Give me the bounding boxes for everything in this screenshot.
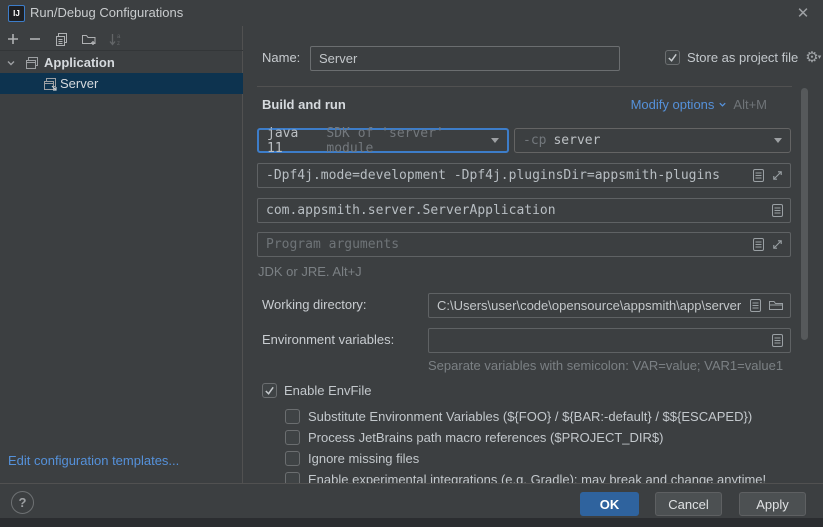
check-icon [667,52,678,63]
envfile-option-row: Enable experimental integrations (e.g. G… [285,472,766,483]
store-as-project-file-label: Store as project file [687,50,798,65]
working-directory-input[interactable] [435,298,743,313]
new-folder-icon[interactable] [80,30,98,48]
background-window-strip [0,518,823,527]
program-arguments-input[interactable] [264,237,746,252]
add-icon[interactable] [4,30,22,48]
name-input[interactable] [317,51,613,66]
store-as-project-file-row: Store as project file ⚙▾ [665,50,821,65]
jre-value: java 11 [267,126,319,156]
help-icon[interactable]: ? [11,491,34,514]
substitute-env-vars-label: Substitute Environment Variables (${FOO}… [308,409,752,424]
browse-folder-icon[interactable] [768,299,784,312]
build-and-run-title: Build and run [262,97,346,112]
name-field-wrapper [310,46,620,71]
configurations-sidebar: a z Application [0,26,243,483]
classpath-combobox[interactable]: -cp server [514,128,791,153]
cancel-button[interactable]: Cancel [655,492,722,516]
main-class-input[interactable] [264,203,765,218]
tree-item-server[interactable]: Server [0,73,243,94]
vm-options-field [257,163,791,188]
ignore-missing-files-label: Ignore missing files [308,451,419,466]
ok-button[interactable]: OK [580,492,639,516]
envfile-option-row: Substitute Environment Variables (${FOO}… [285,409,752,424]
expand-icon[interactable] [771,238,784,251]
close-icon[interactable]: ✕ [793,3,813,23]
working-directory-label: Working directory: [262,297,367,312]
modify-options-row: Modify options Alt+M [631,97,767,112]
experimental-integrations-checkbox[interactable] [285,472,300,483]
run-debug-configurations-dialog: IJ Run/Debug Configurations ✕ [0,0,823,518]
substitute-env-vars-checkbox[interactable] [285,409,300,424]
macros-icon[interactable] [752,168,765,183]
tree-item-label: Server [60,76,98,91]
jre-hint: SDK of 'server' module [326,126,491,156]
dialog-titlebar: IJ Run/Debug Configurations ✕ [0,0,823,26]
enable-envfile-label: Enable EnvFile [284,383,371,398]
environment-variables-input[interactable] [435,333,765,348]
jre-combobox[interactable]: java 11 SDK of 'server' module [257,128,509,153]
configuration-form: Name: Store as project file ⚙▾ Build and… [244,26,823,483]
chevron-down-icon [718,100,727,109]
program-arguments-field [257,232,791,257]
expand-icon[interactable] [771,169,784,182]
remove-icon[interactable] [26,30,44,48]
environment-variables-field [428,328,791,353]
cp-value: server [553,133,600,148]
apply-button[interactable]: Apply [739,492,806,516]
run-configuration-icon [42,76,58,92]
environment-variables-label: Environment variables: [262,332,394,347]
dropdown-arrow-icon [774,138,782,143]
store-as-project-file-checkbox[interactable] [665,50,680,65]
gear-icon[interactable]: ⚙▾ [805,50,821,65]
dropdown-arrow-icon [491,138,499,143]
edit-configuration-templates-link[interactable]: Edit configuration templates... [8,453,179,468]
envfile-option-row: Ignore missing files [285,451,419,466]
jdk-hint: JDK or JRE. Alt+J [258,264,362,279]
svg-text:a: a [117,34,121,40]
enable-envfile-row: Enable EnvFile [262,383,371,398]
experimental-integrations-label: Enable experimental integrations (e.g. G… [308,472,766,483]
vm-options-input[interactable] [264,168,746,183]
dialog-footer: ? OK Cancel Apply [0,483,823,518]
copy-icon[interactable] [52,30,70,48]
sort-icon[interactable]: a z [106,30,124,48]
chevron-down-icon[interactable] [6,58,16,68]
main-class-field [257,198,791,223]
environment-variables-hint: Separate variables with semicolon: VAR=v… [428,358,783,373]
svg-text:z: z [117,41,120,47]
tree-group-label: Application [44,55,115,70]
modify-options-link[interactable]: Modify options [631,97,728,112]
modify-options-shortcut: Alt+M [733,97,767,112]
check-icon [264,385,275,396]
modify-options-label: Modify options [631,97,715,112]
tree-group-application[interactable]: Application [0,52,243,73]
ignore-missing-files-checkbox[interactable] [285,451,300,466]
intellij-logo-icon: IJ [8,5,25,22]
working-directory-field [428,293,791,318]
vertical-scrollbar-thumb[interactable] [801,88,808,340]
macros-icon[interactable] [752,237,765,252]
sidebar-toolbar: a z [0,27,243,51]
process-path-macros-label: Process JetBrains path macro references … [308,430,663,445]
macros-icon[interactable] [771,333,784,348]
name-label: Name: [262,50,300,65]
cp-prefix: -cp [523,133,546,148]
section-divider [257,86,792,87]
dialog-title: Run/Debug Configurations [30,5,183,20]
envfile-option-row: Process JetBrains path macro references … [285,430,663,445]
application-icon [24,55,40,71]
enable-envfile-checkbox[interactable] [262,383,277,398]
process-path-macros-checkbox[interactable] [285,430,300,445]
macros-icon[interactable] [749,298,762,313]
macros-icon[interactable] [771,203,784,218]
